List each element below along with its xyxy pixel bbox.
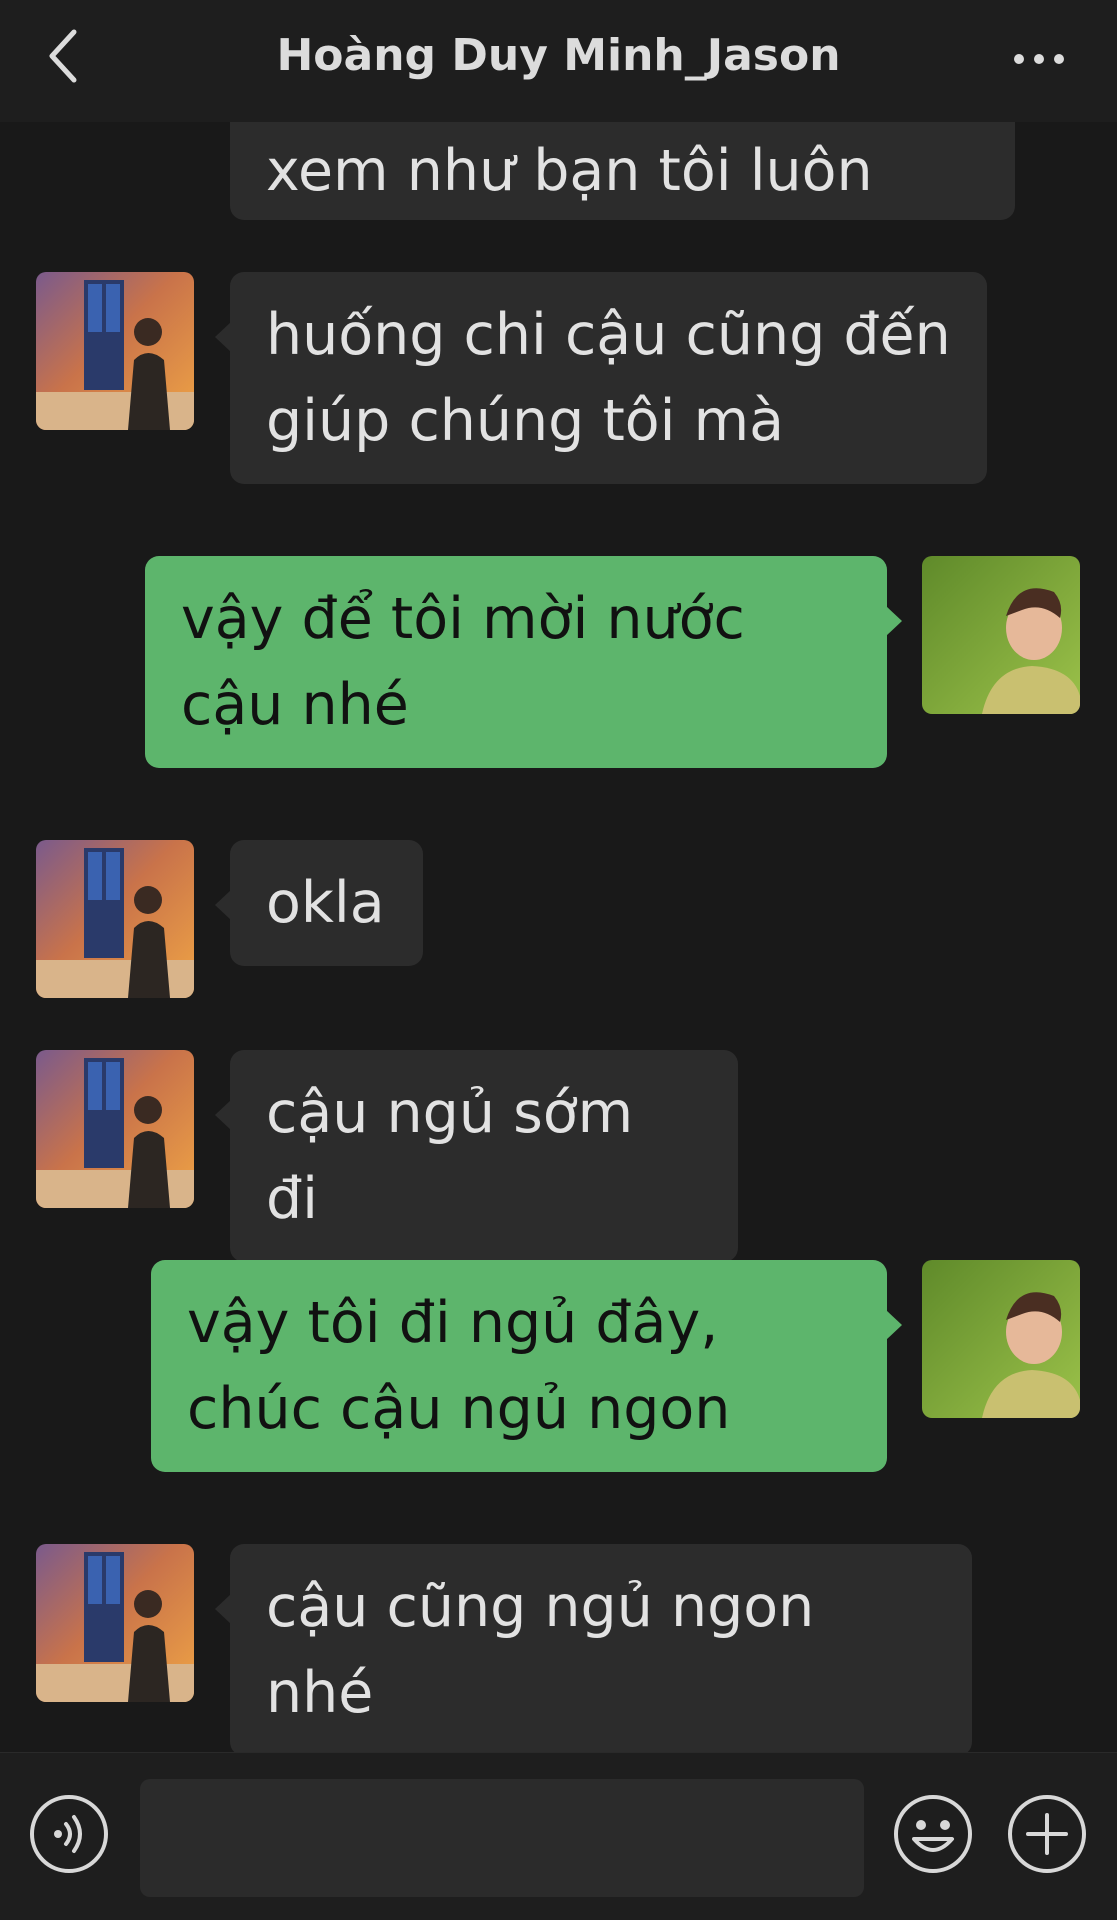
message-bubble-incoming[interactable]: cậu cũng ngủ ngon nhé bbox=[215, 1544, 972, 1756]
user-avatar-image bbox=[922, 1260, 1080, 1418]
message-bubble-incoming[interactable]: huống chi cậu cũng đến giúp chúng tôi mà bbox=[215, 272, 987, 484]
voice-input-button[interactable] bbox=[28, 1793, 110, 1875]
plus-icon bbox=[1008, 1795, 1086, 1873]
contact-avatar-image bbox=[36, 1050, 194, 1208]
contact-avatar-image bbox=[36, 1544, 194, 1702]
message-list[interactable]: xem như bạn tôi luôn huống chi cậu cũng … bbox=[0, 82, 1117, 1756]
contact-avatar-image bbox=[36, 272, 194, 430]
message-text: xem như bạn tôi luôn bbox=[266, 138, 873, 204]
more-icon bbox=[1014, 54, 1064, 64]
chat-title: Hoàng Duy Minh_Jason bbox=[276, 30, 841, 81]
emoji-icon bbox=[894, 1795, 972, 1873]
input-bar bbox=[0, 1752, 1117, 1920]
voice-icon bbox=[30, 1795, 108, 1873]
avatar[interactable] bbox=[36, 1544, 194, 1702]
message-text: vậy tôi đi ngủ đây, chúc cậu ngủ ngon bbox=[187, 1290, 731, 1442]
message-bubble-incoming[interactable]: cậu ngủ sớm đi bbox=[215, 1050, 738, 1262]
avatar[interactable] bbox=[36, 840, 194, 998]
emoji-button[interactable] bbox=[892, 1793, 974, 1875]
message-text: cậu cũng ngủ ngon nhé bbox=[266, 1574, 815, 1726]
message-bubble-outgoing[interactable]: vậy tôi đi ngủ đây, chúc cậu ngủ ngon bbox=[151, 1260, 902, 1472]
message-text: okla bbox=[266, 870, 385, 936]
back-button[interactable] bbox=[40, 24, 100, 94]
avatar[interactable] bbox=[922, 1260, 1080, 1418]
message-text: cậu ngủ sớm đi bbox=[266, 1080, 634, 1232]
message-text: vậy để tôi mời nước cậu nhé bbox=[181, 586, 745, 738]
more-options-button[interactable] bbox=[1011, 44, 1067, 74]
message-bubble-incoming[interactable]: okla bbox=[215, 840, 423, 966]
avatar[interactable] bbox=[922, 556, 1080, 714]
chevron-left-icon bbox=[49, 29, 77, 83]
avatar[interactable] bbox=[36, 1050, 194, 1208]
user-avatar-image bbox=[922, 556, 1080, 714]
message-bubble-outgoing[interactable]: vậy để tôi mời nước cậu nhé bbox=[145, 556, 902, 768]
chat-screen: Hoàng Duy Minh_Jason xem như bạn tôi luô… bbox=[0, 0, 1117, 1920]
message-input[interactable] bbox=[140, 1779, 864, 1897]
chat-header: Hoàng Duy Minh_Jason bbox=[0, 0, 1117, 122]
contact-avatar-image bbox=[36, 840, 194, 998]
avatar[interactable] bbox=[36, 272, 194, 430]
more-actions-button[interactable] bbox=[1006, 1793, 1088, 1875]
message-text: huống chi cậu cũng đến giúp chúng tôi mà bbox=[266, 302, 951, 454]
